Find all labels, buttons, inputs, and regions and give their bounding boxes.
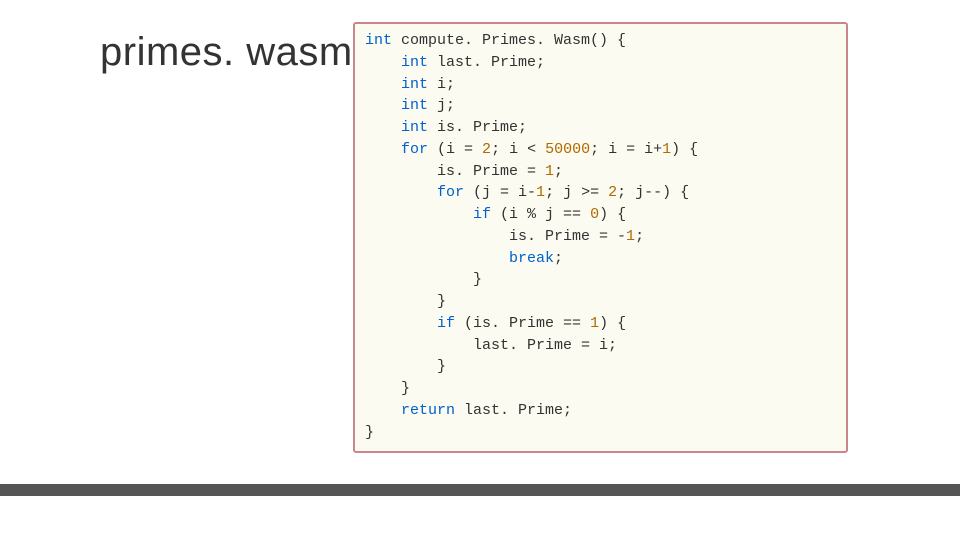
- code-token: }: [365, 358, 446, 375]
- code-token: ;: [554, 163, 563, 180]
- code-token: [365, 250, 509, 267]
- code-token: ; j--) {: [617, 184, 689, 201]
- code-token: if: [473, 206, 491, 223]
- code-token: (j = i-: [464, 184, 536, 201]
- code-token: 50000: [545, 141, 590, 158]
- code-token: }: [365, 424, 374, 441]
- accent-bar: [0, 484, 960, 496]
- code-token: [365, 97, 401, 114]
- code-token: int: [401, 119, 428, 136]
- code-token: 0: [590, 206, 599, 223]
- code-token: ;: [554, 250, 563, 267]
- code-token: last. Prime;: [455, 402, 572, 419]
- code-token: last. Prime = i;: [365, 337, 617, 354]
- code-token: }: [365, 380, 410, 397]
- code-token: [365, 141, 401, 158]
- code-token: [365, 119, 401, 136]
- code-token: int: [401, 97, 428, 114]
- code-token: j;: [428, 97, 455, 114]
- code-token: is. Prime;: [428, 119, 527, 136]
- code-token: }: [365, 293, 446, 310]
- code-token: [365, 402, 401, 419]
- code-token: [365, 76, 401, 93]
- code-token: 1: [590, 315, 599, 332]
- code-token: ) {: [671, 141, 698, 158]
- code-token: [365, 206, 473, 223]
- code-token: ;: [635, 228, 644, 245]
- code-token: 2: [608, 184, 617, 201]
- code-token: ; j >=: [545, 184, 608, 201]
- code-token: if: [437, 315, 455, 332]
- code-token: (i =: [428, 141, 482, 158]
- code-token: 1: [536, 184, 545, 201]
- code-token: compute. Primes. Wasm() {: [392, 32, 626, 49]
- code-token: 1: [626, 228, 635, 245]
- code-token: int: [401, 76, 428, 93]
- code-token: int: [365, 32, 392, 49]
- code-block: int compute. Primes. Wasm() { int last. …: [353, 22, 848, 453]
- page-title: primes. wasm. c: [100, 30, 396, 75]
- code-token: 1: [545, 163, 554, 180]
- code-token: }: [365, 271, 482, 288]
- code-token: for: [437, 184, 464, 201]
- code-token: ) {: [599, 206, 626, 223]
- code-token: is. Prime = -: [365, 228, 626, 245]
- code-token: int: [401, 54, 428, 71]
- code-token: i;: [428, 76, 455, 93]
- code-token: (is. Prime ==: [455, 315, 590, 332]
- code-token: is. Prime =: [365, 163, 545, 180]
- code-token: last. Prime;: [428, 54, 545, 71]
- code-content: int compute. Primes. Wasm() { int last. …: [365, 30, 836, 443]
- code-token: [365, 315, 437, 332]
- code-token: break: [509, 250, 554, 267]
- code-token: ) {: [599, 315, 626, 332]
- code-token: for: [401, 141, 428, 158]
- code-token: (i % j ==: [491, 206, 590, 223]
- code-token: 1: [662, 141, 671, 158]
- code-token: ; i = i+: [590, 141, 662, 158]
- code-token: [365, 184, 437, 201]
- code-token: ; i <: [491, 141, 545, 158]
- code-token: 2: [482, 141, 491, 158]
- code-token: return: [401, 402, 455, 419]
- code-token: [365, 54, 401, 71]
